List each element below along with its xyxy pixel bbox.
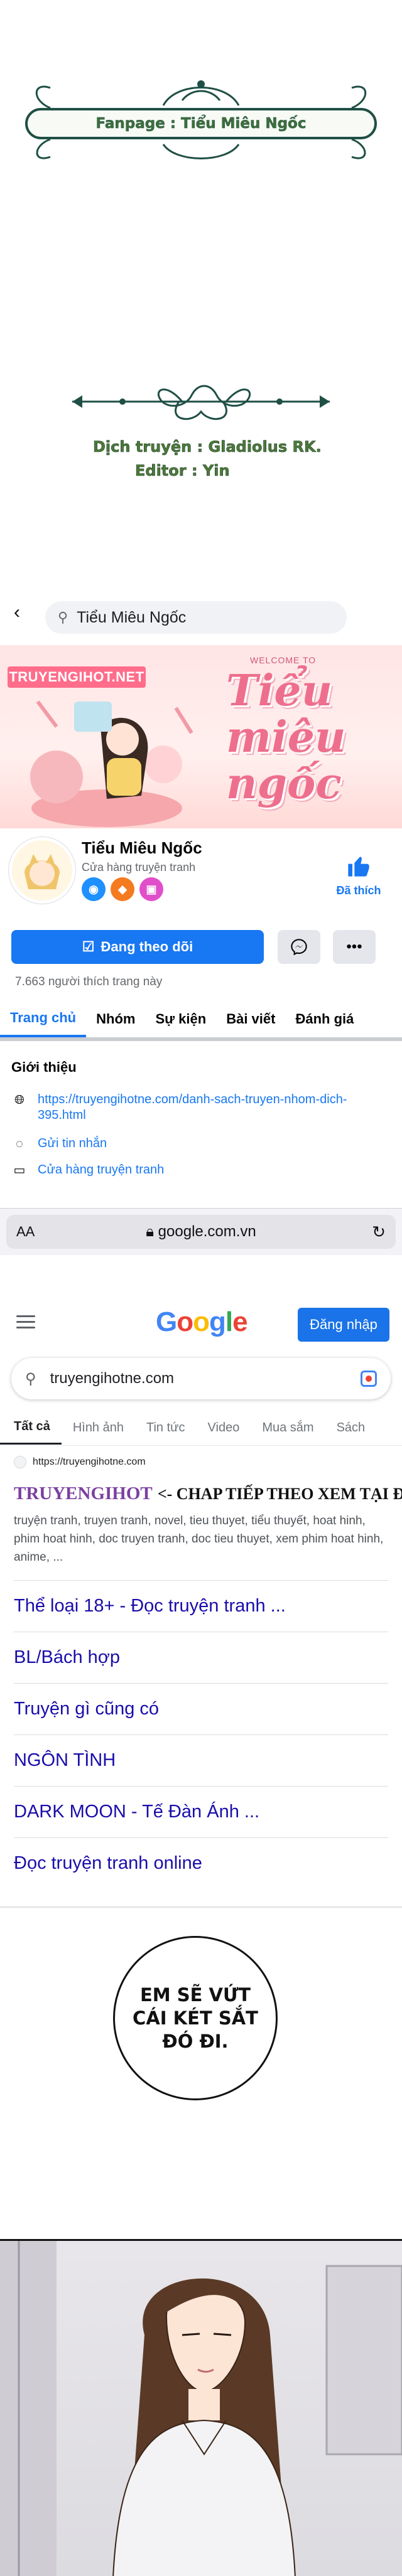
facebook-search-bar[interactable]: ⚲ Tiểu Miêu Ngốc — [45, 601, 347, 634]
sitelink[interactable]: Đọc truyện tranh online — [14, 1837, 388, 1889]
tab-posts[interactable]: Bài viết — [216, 1001, 285, 1037]
lock-icon: 🔒︎ — [146, 1223, 158, 1240]
credits-section: Fanpage : Tiểu Miêu Ngốc Dịch truyện : G… — [0, 0, 402, 590]
messenger-button[interactable] — [278, 930, 320, 964]
sign-in-button[interactable]: Đăng nhập — [298, 1308, 389, 1342]
follow-check-icon: ☑ — [82, 939, 95, 954]
tab-shopping[interactable]: Mua sắm — [251, 1411, 325, 1445]
intro-heading: Giới thiệu — [11, 1059, 77, 1075]
google-logo: Google — [156, 1307, 248, 1337]
google-search-screenshot: Google Đăng nhập ⚲ truyengihotne.com Tất… — [0, 1255, 402, 1908]
following-label: Đang theo dõi — [100, 939, 193, 954]
likes-count: 7.663 người thích trang này — [15, 975, 163, 988]
woman-character-illustration — [0, 2241, 402, 2576]
comic-panel: EM SẼ VỨT CÁI KÉT SẮT ĐÓ ĐI. — [0, 1908, 402, 2576]
result-title-rest: <- CHAP TIẾP THEO XEM TẠI ĐÂY NHA — [157, 1485, 402, 1503]
page: Fanpage : Tiểu Miêu Ngốc Dịch truyện : G… — [0, 0, 402, 2576]
comic-room-background — [0, 2239, 402, 2576]
page-avatar[interactable] — [9, 837, 75, 904]
sitelink[interactable]: Thể loại 18+ - Đọc truyện tranh ... — [14, 1580, 388, 1632]
search-query: truyengihotne.com — [50, 1370, 175, 1387]
fanpage-banner: Fanpage : Tiểu Miêu Ngốc — [25, 108, 377, 139]
cover-illustration — [30, 700, 193, 827]
back-arrow-icon[interactable]: ‹ — [14, 603, 33, 623]
category-link[interactable]: Cửa hàng truyện tranh — [38, 1162, 164, 1178]
more-icon: ••• — [346, 938, 362, 955]
google-tabs: Tất cả Hình ảnh Tin tức Video Mua sắm Sá… — [0, 1411, 402, 1446]
send-message-row[interactable]: ◌ Gửi tin nhắn — [11, 1136, 107, 1152]
result-title-brand: TRUYENGIHOT — [14, 1483, 153, 1504]
tab-video[interactable]: Video — [197, 1411, 251, 1445]
page-name: Tiểu Miêu Ngốc — [82, 838, 202, 857]
cover-logo: TRUYENGIHOT.NET — [8, 666, 146, 688]
sitelink[interactable]: DARK MOON - Tế Đàn Ánh ... — [14, 1786, 388, 1837]
facebook-search-text: Tiểu Miêu Ngốc — [77, 608, 187, 626]
reload-icon[interactable]: ↻ — [372, 1222, 386, 1242]
search-icon: ⚲ — [58, 609, 68, 625]
messenger-small-icon: ◌ — [16, 1136, 23, 1151]
category-row[interactable]: ▭ Cửa hàng truyện tranh — [11, 1162, 165, 1178]
cover-photo: TRUYENGIHOT.NET WELCOME TO Tiểu miêu ngố… — [0, 645, 402, 828]
tab-all[interactable]: Tất cả — [0, 1411, 62, 1445]
tab-books[interactable]: Sách — [325, 1411, 377, 1445]
result-url-row: https://truyengihotne.com — [14, 1456, 391, 1468]
site-favicon-icon — [14, 1456, 26, 1468]
speech-bubble-text: EM SẼ VỨT CÁI KÉT SẮT ĐÓ ĐI. — [133, 1984, 258, 2052]
tab-events[interactable]: Sự kiện — [145, 1001, 216, 1037]
result-snippet: truyện tranh, truyen tranh, novel, tieu … — [14, 1514, 384, 1564]
tab-home[interactable]: Trang chủ — [0, 1001, 87, 1037]
liked-label: Đã thích — [336, 884, 381, 897]
search-icon: ⚲ — [25, 1370, 36, 1387]
tab-reviews[interactable]: Đánh giá — [285, 1001, 364, 1037]
speech-bubble: EM SẼ VỨT CÁI KÉT SẮT ĐÓ ĐI. — [113, 1936, 278, 2100]
thumbs-up-icon — [330, 853, 387, 884]
following-button[interactable]: ☑ Đang theo dõi — [11, 930, 264, 964]
address-text: google.com.vn — [158, 1223, 256, 1240]
reader-mode-button[interactable]: AA — [16, 1224, 35, 1240]
cover-title: Tiểu miêu ngốc — [226, 666, 346, 809]
menu-icon[interactable] — [16, 1315, 35, 1329]
browser-url-bar: AA 🔒︎ google.com.vn ↻ — [0, 1208, 402, 1255]
messenger-icon — [291, 939, 307, 956]
more-options-button[interactable]: ••• — [333, 930, 376, 964]
gift-badge-icon: ▣ — [139, 877, 163, 901]
sitelink[interactable]: BL/Bách hợp — [14, 1632, 388, 1683]
search-result: https://truyengihotne.com TRUYENGIHOT <-… — [14, 1456, 402, 1566]
translator-credit: Dịch truyện : Gladiolus RK. — [93, 438, 322, 456]
sitelink[interactable]: Truyện gì cũng có — [14, 1683, 388, 1734]
editor-credit: Editor : Yin — [135, 462, 230, 480]
page-category: Cửa hàng truyện tranh — [82, 861, 196, 874]
result-title[interactable]: TRUYENGIHOT <- CHAP TIẾP THEO XEM TẠI ĐÂ… — [14, 1483, 402, 1504]
address-field[interactable]: AA 🔒︎ google.com.vn ↻ — [6, 1215, 396, 1249]
website-link[interactable]: https://truyengihotne.com/danh-sach-truy… — [38, 1092, 389, 1123]
website-row[interactable]: 🌐︎ https://truyengihotne.com/danh-sach-t… — [11, 1092, 389, 1123]
tab-images[interactable]: Hình ảnh — [62, 1411, 135, 1445]
liked-button[interactable]: Đã thích — [330, 853, 387, 897]
google-lens-icon[interactable] — [361, 1371, 377, 1387]
fire-badge-icon: ◆ — [111, 877, 134, 901]
result-url: https://truyengihotne.com — [33, 1456, 146, 1467]
page-tabs: Trang chủ Nhóm Sự kiện Bài viết Đánh giá — [0, 1001, 402, 1041]
folder-icon: ▭ — [13, 1163, 26, 1177]
send-message-link[interactable]: Gửi tin nhắn — [38, 1136, 107, 1152]
globe-icon: 🌐︎ — [14, 1093, 24, 1107]
google-search-input[interactable]: ⚲ truyengihotne.com — [11, 1358, 391, 1399]
tab-news[interactable]: Tin tức — [135, 1411, 197, 1445]
sitelink[interactable]: NGÔN TÌNH — [14, 1734, 388, 1786]
cover-welcome-text: WELCOME TO — [250, 655, 317, 665]
globe-badge-icon: ◉ — [82, 877, 106, 901]
facebook-page-screenshot: ‹ ⚲ Tiểu Miêu Ngốc TRUYENGIHOT.NET WELCO… — [0, 590, 402, 1255]
page-badges: ◉ ◆ ▣ — [82, 877, 163, 901]
tab-groups[interactable]: Nhóm — [86, 1001, 145, 1037]
ornament-divider-icon — [72, 385, 330, 420]
fanpage-banner-text: Fanpage : Tiểu Miêu Ngốc — [95, 115, 307, 132]
